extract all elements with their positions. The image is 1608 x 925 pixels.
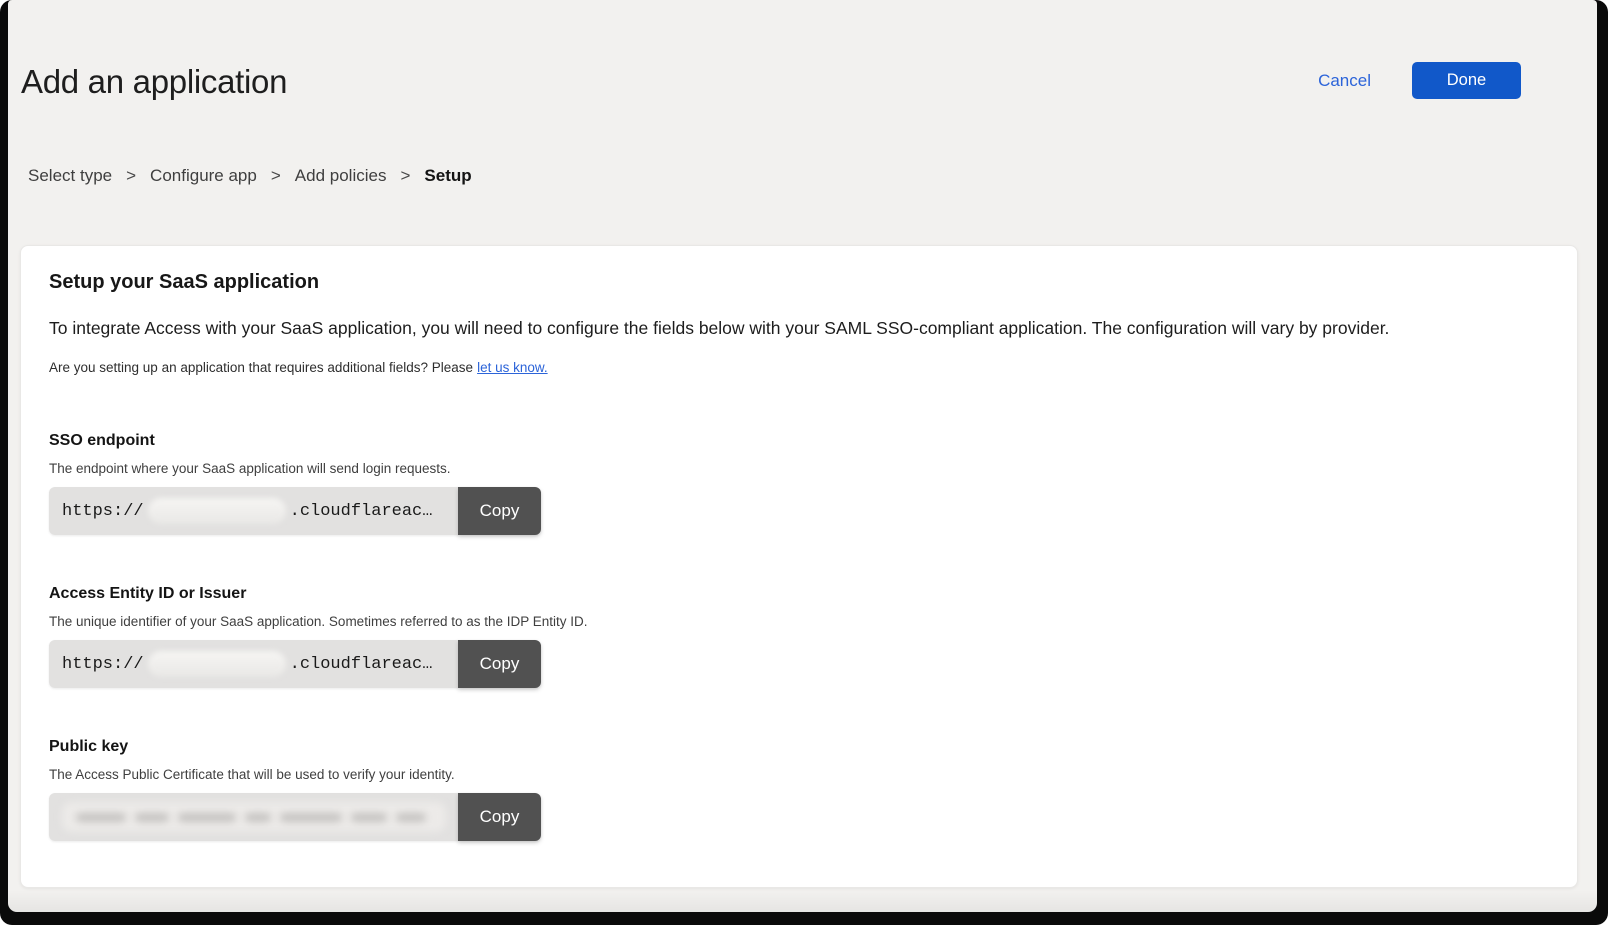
page-title: Add an application <box>21 62 287 102</box>
copy-button[interactable]: Copy <box>458 487 541 535</box>
copy-button[interactable]: Copy <box>458 793 541 841</box>
public-key-value <box>49 793 458 841</box>
cancel-button[interactable]: Cancel <box>1318 71 1371 91</box>
value-prefix: https:// <box>62 502 144 521</box>
field-public-key: Public key The Access Public Certificate… <box>49 736 749 841</box>
value-prefix: https:// <box>62 655 144 674</box>
card-title: Setup your SaaS application <box>49 270 319 295</box>
breadcrumb-step-setup: Setup <box>424 166 471 186</box>
help-text: Are you setting up an application that r… <box>49 359 548 376</box>
breadcrumb-step-add-policies[interactable]: Add policies <box>295 166 387 186</box>
help-text-prefix: Are you setting up an application that r… <box>49 360 473 375</box>
field-label: Public key <box>49 736 749 757</box>
done-button[interactable]: Done <box>1412 62 1521 99</box>
sso-endpoint-value-row: https:// .cloudflareac… Copy <box>49 487 541 535</box>
setup-card: Setup your SaaS application To integrate… <box>20 245 1578 888</box>
breadcrumb-step-select-type[interactable]: Select type <box>28 166 112 186</box>
value-suffix: .cloudflareac… <box>290 502 433 521</box>
field-label: Access Entity ID or Issuer <box>49 583 749 604</box>
header-actions: Cancel Done <box>1318 62 1521 99</box>
window-frame: Add an application Cancel Done Select ty… <box>0 0 1608 925</box>
field-sso-endpoint: SSO endpoint The endpoint where your Saa… <box>49 430 749 535</box>
field-description: The Access Public Certificate that will … <box>49 767 749 783</box>
field-label: SSO endpoint <box>49 430 749 451</box>
redacted-segment <box>148 651 286 677</box>
copy-button[interactable]: Copy <box>458 640 541 688</box>
field-access-entity-id: Access Entity ID or Issuer The unique id… <box>49 583 749 688</box>
breadcrumb-separator: > <box>400 166 410 186</box>
breadcrumb-step-configure-app[interactable]: Configure app <box>150 166 257 186</box>
let-us-know-link[interactable]: let us know. <box>477 360 548 375</box>
breadcrumb: Select type > Configure app > Add polici… <box>28 166 472 186</box>
public-key-value-row: Copy <box>49 793 541 841</box>
entity-id-value-row: https:// .cloudflareac… Copy <box>49 640 541 688</box>
page-background: Add an application Cancel Done Select ty… <box>8 0 1597 912</box>
breadcrumb-separator: > <box>126 166 136 186</box>
field-description: The endpoint where your SaaS application… <box>49 461 749 477</box>
sso-endpoint-value: https:// .cloudflareac… <box>49 487 458 535</box>
value-suffix: .cloudflareac… <box>290 655 433 674</box>
redacted-segment <box>148 498 286 524</box>
breadcrumb-separator: > <box>271 166 281 186</box>
field-description: The unique identifier of your SaaS appli… <box>49 614 749 630</box>
intro-text: To integrate Access with your SaaS appli… <box>49 316 1549 340</box>
redacted-segment <box>62 802 446 832</box>
entity-id-value: https:// .cloudflareac… <box>49 640 458 688</box>
